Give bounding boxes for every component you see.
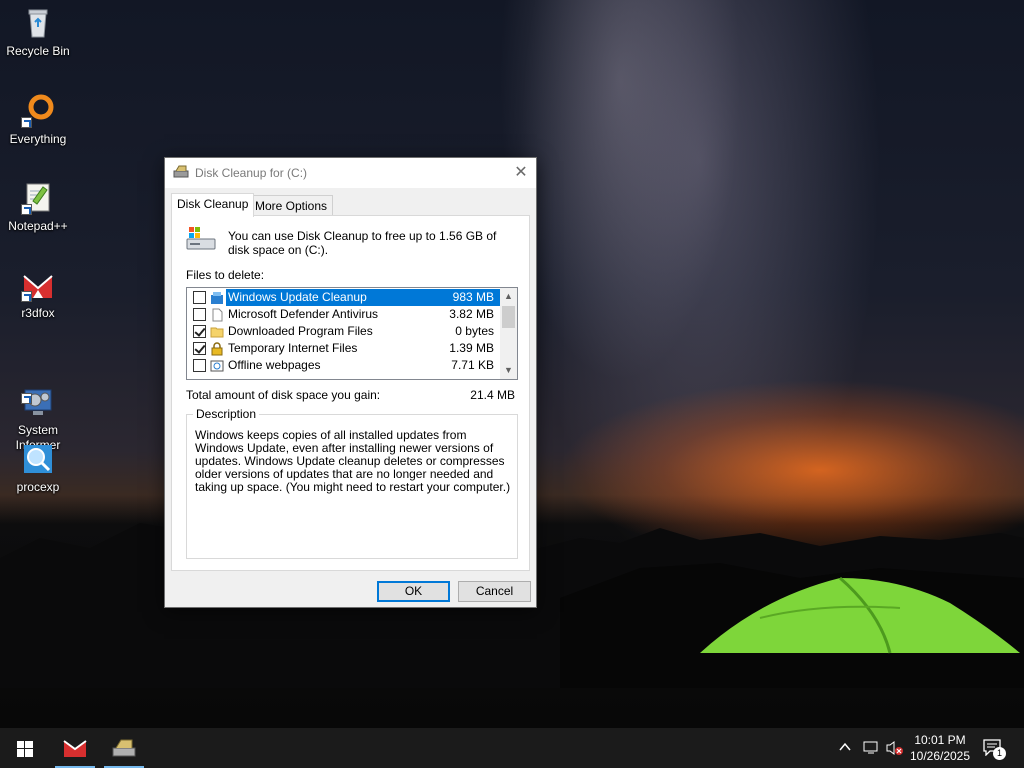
file-name: Temporary Internet Files [228, 341, 358, 355]
file-name: Offline webpages [228, 358, 321, 372]
system-informer-icon [21, 370, 55, 415]
tab-panel-disk-cleanup: You can use Disk Cleanup to free up to 1… [171, 215, 530, 571]
shortcut-arrow-icon [21, 291, 32, 302]
notification-count-badge: 1 [993, 747, 1006, 760]
checkbox[interactable] [193, 359, 206, 372]
offline-webpage-icon [210, 359, 224, 373]
disk-cleanup-icon [112, 738, 136, 761]
desktop-icon-label: r3dfox [21, 306, 55, 320]
notification-icon: 1 [982, 738, 1006, 760]
shortcut-arrow-icon [21, 204, 32, 215]
start-button[interactable] [4, 728, 44, 768]
list-item[interactable]: Offline webpages 7.71 KB [188, 357, 500, 374]
taskbar-app-r3dfox[interactable] [55, 728, 95, 768]
desktop-icon-notepad-plus-plus[interactable]: Notepad++ [0, 181, 76, 234]
file-size: 983 MB [430, 289, 500, 306]
shortcut-arrow-icon [21, 117, 32, 128]
shortcut-arrow-icon [21, 393, 32, 404]
tab-more-options[interactable]: More Options [249, 195, 334, 216]
list-scrollbar[interactable]: ▲ ▼ [500, 288, 517, 379]
notepad-plus-plus-icon [21, 181, 55, 215]
scroll-up-icon[interactable]: ▲ [500, 288, 517, 305]
tab-label: Disk Cleanup [177, 197, 249, 211]
ok-button[interactable]: OK [377, 581, 450, 602]
taskbar-app-disk-cleanup[interactable] [104, 728, 144, 768]
disk-cleanup-dialog: Disk Cleanup for (C:) ✕ Disk Cleanup Mor… [164, 157, 537, 608]
tab-strip: Disk Cleanup More Options [165, 188, 536, 217]
intro-text: You can use Disk Cleanup to free up to 1… [228, 229, 497, 257]
file-name: Windows Update Cleanup [226, 289, 430, 306]
list-item[interactable]: Windows Update Cleanup 983 MB [188, 289, 500, 306]
desktop-icon-label: Everything [9, 132, 67, 146]
dialog-title: Disk Cleanup for (C:) [195, 166, 308, 180]
list-item[interactable]: Downloaded Program Files 0 bytes [188, 323, 500, 340]
desktop-icon-label: procexp [16, 480, 60, 494]
file-size: 0 bytes [455, 324, 494, 338]
dialog-titlebar[interactable]: Disk Cleanup for (C:) ✕ [165, 158, 536, 188]
folder-icon [210, 325, 224, 339]
disk-cleanup-icon [173, 165, 189, 182]
file-size: 3.82 MB [449, 307, 494, 321]
file-name: Downloaded Program Files [228, 324, 373, 338]
total-space-value: 21.4 MB [470, 388, 515, 402]
list-item[interactable]: Microsoft Defender Antivirus 3.82 MB [188, 306, 500, 323]
blank-file-icon [210, 308, 224, 322]
checkbox[interactable] [193, 308, 206, 321]
file-size: 7.71 KB [451, 358, 494, 372]
file-size: 1.39 MB [449, 341, 494, 355]
taskbar-clock[interactable]: 10:01 PM 10/26/2025 [900, 732, 980, 764]
taskbar: 10:01 PM 10/26/2025 1 [0, 728, 1024, 768]
cancel-button[interactable]: Cancel [458, 581, 531, 602]
r3dfox-browser-icon [21, 268, 55, 302]
desktop-icon-label: Recycle Bin [6, 44, 70, 58]
description-group: Description Windows keeps copies of all … [186, 407, 518, 559]
r3dfox-browser-icon [63, 737, 87, 762]
recycle-bin-icon [21, 6, 55, 40]
files-to-delete-label: Files to delete: [186, 268, 265, 282]
everything-search-icon [21, 94, 55, 128]
scroll-down-icon[interactable]: ▼ [500, 362, 517, 379]
checkbox[interactable] [193, 325, 206, 338]
tab-label: More Options [255, 199, 328, 213]
files-list[interactable]: Windows Update Cleanup 983 MB Microsoft … [186, 287, 518, 380]
clock-time: 10:01 PM [914, 733, 966, 747]
windows-update-icon [210, 291, 224, 305]
total-space-label: Total amount of disk space you gain: [186, 388, 381, 402]
desktop-icon-system-informer[interactable]: System Informer [0, 355, 76, 453]
desktop-icon-label: Notepad++ [8, 219, 68, 233]
file-name: Microsoft Defender Antivirus [228, 307, 379, 321]
checkbox[interactable] [193, 342, 206, 355]
scroll-thumb[interactable] [502, 306, 515, 328]
close-icon: ✕ [514, 164, 528, 181]
list-item[interactable]: Temporary Internet Files 1.39 MB [188, 340, 500, 357]
tab-disk-cleanup[interactable]: Disk Cleanup [171, 193, 255, 217]
drive-icon [186, 226, 218, 255]
desktop-icon-everything[interactable]: Everything [0, 94, 76, 147]
desktop-icon-r3dfox[interactable]: r3dfox [0, 268, 76, 321]
network-icon[interactable] [862, 740, 880, 768]
lock-icon [210, 341, 224, 356]
show-hidden-icons-icon[interactable] [838, 740, 852, 768]
description-text: Windows keeps copies of all installed up… [195, 428, 511, 494]
windows-logo-icon [17, 741, 33, 760]
clock-date: 10/26/2025 [909, 749, 971, 763]
process-explorer-icon [21, 442, 55, 476]
description-legend: Description [193, 407, 260, 421]
desktop-icon-recycle-bin[interactable]: Recycle Bin [0, 6, 76, 59]
notification-center-button[interactable]: 1 [982, 738, 1006, 768]
checkbox[interactable] [193, 291, 206, 304]
desktop-icon-procexp[interactable]: procexp [0, 442, 76, 495]
close-button[interactable]: ✕ [506, 158, 536, 188]
